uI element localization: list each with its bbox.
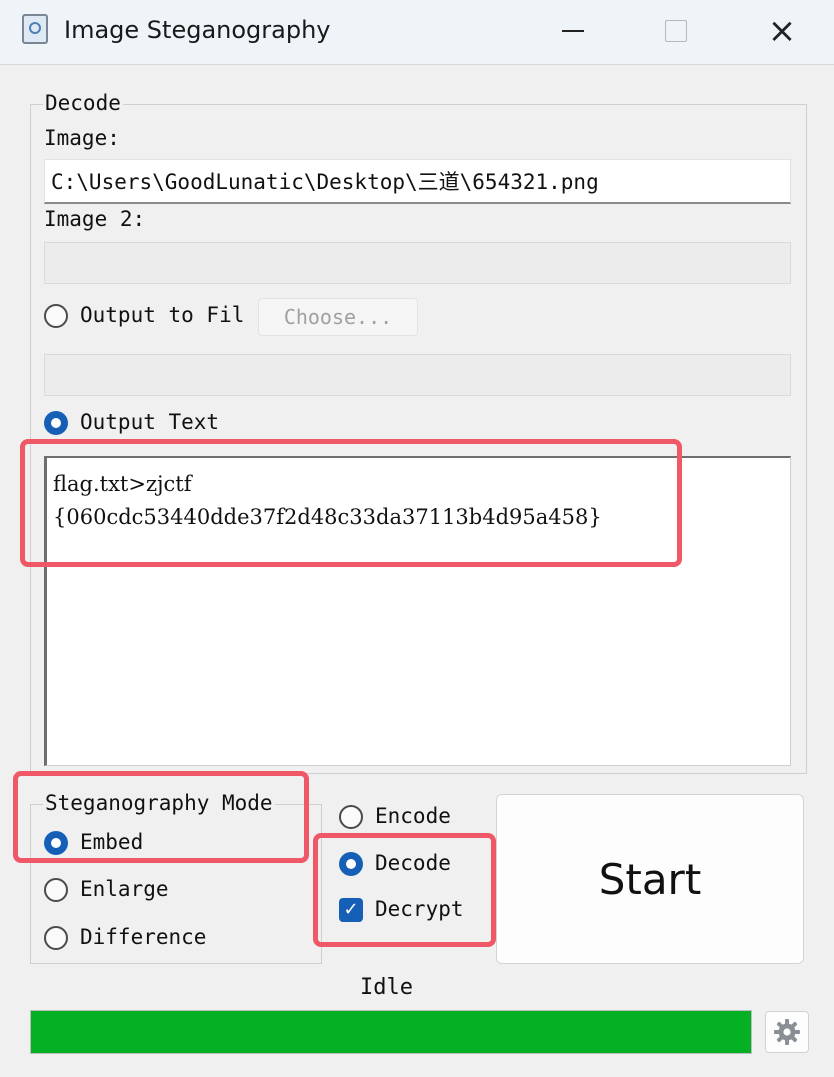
steganography-mode-legend: Steganography Mode (43, 791, 275, 815)
decode-label: Decode (375, 851, 451, 875)
encode-label: Encode (375, 804, 451, 828)
output-file-path-field[interactable] (44, 354, 791, 396)
status-text: Idle (360, 975, 413, 1000)
progress-bar (30, 1010, 752, 1054)
minimize-button[interactable] (543, 6, 603, 56)
image-path-field[interactable]: C:\Users\GoodLunatic\Desktop\三道\654321.p… (44, 159, 791, 204)
window-title: Image Steganography (64, 16, 331, 44)
encode-radio[interactable] (339, 805, 363, 829)
output-text-area[interactable]: flag.txt>zjctf {060cdc53440dde37f2d48c33… (44, 456, 791, 766)
output-text-radio[interactable] (44, 411, 68, 435)
decode-radio[interactable] (339, 852, 363, 876)
title-bar: Image Steganography × (0, 0, 834, 65)
image2-label: Image 2: (44, 207, 146, 231)
settings-button[interactable] (765, 1011, 809, 1053)
progress-bar-fill (31, 1011, 751, 1053)
start-button[interactable]: Start (496, 794, 804, 964)
choose-button[interactable]: Choose... (258, 298, 418, 336)
output-to-file-radio[interactable] (44, 304, 68, 328)
maximize-button[interactable] (646, 6, 706, 56)
document-icon (22, 14, 48, 44)
decode-group-legend: Decode (43, 91, 123, 115)
decrypt-label: Decrypt (375, 897, 464, 921)
enlarge-label: Enlarge (80, 877, 169, 901)
embed-radio[interactable] (44, 831, 68, 855)
output-to-file-label: Output to Fil (80, 303, 245, 327)
difference-radio[interactable] (44, 926, 68, 950)
difference-label: Difference (80, 925, 207, 949)
embed-label: Embed (80, 830, 144, 854)
image2-path-field[interactable] (44, 242, 791, 284)
image-label: Image: (44, 126, 120, 150)
close-button[interactable]: × (752, 6, 812, 56)
output-text-label: Output Text (80, 410, 220, 434)
gear-icon (774, 1019, 800, 1045)
decrypt-checkbox[interactable]: ✓ (339, 898, 363, 922)
enlarge-radio[interactable] (44, 878, 68, 902)
